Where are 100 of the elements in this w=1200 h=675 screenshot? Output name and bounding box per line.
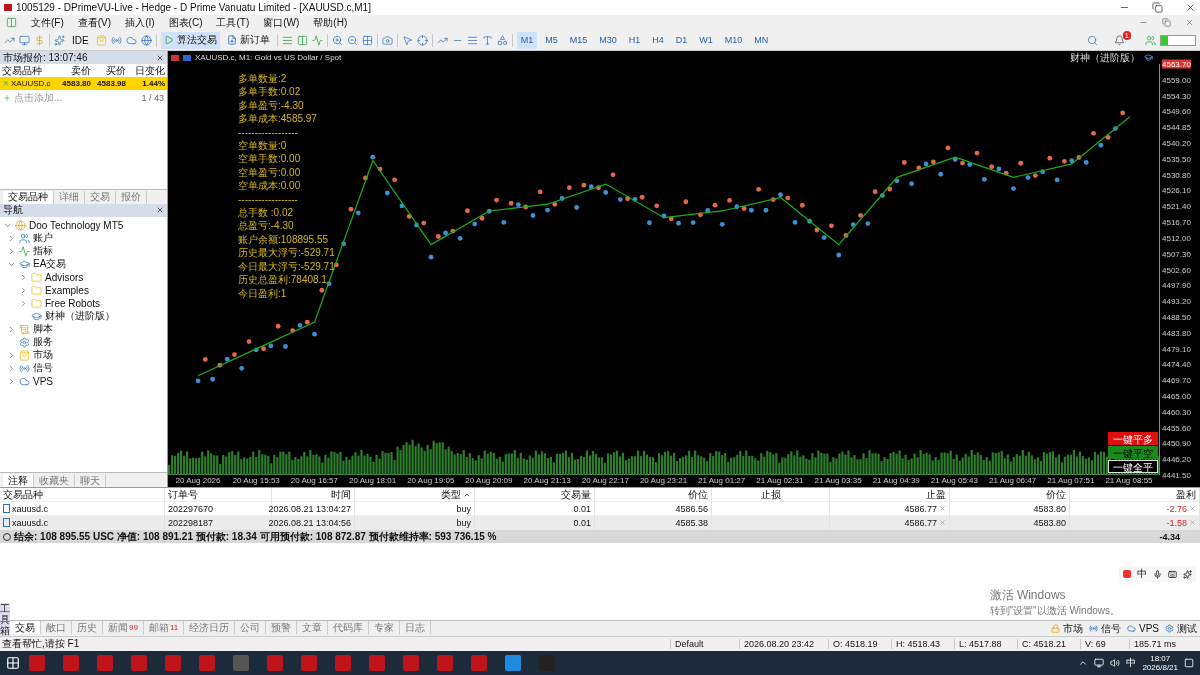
menu-item[interactable]: 窗口(W) xyxy=(263,15,300,30)
toolbox-tab[interactable]: 代码库 xyxy=(328,621,370,634)
algo-trading-button[interactable]: 算法交易 xyxy=(160,31,220,49)
toolbox-tab[interactable]: 预警 xyxy=(266,621,298,634)
tree-item[interactable]: 信号 xyxy=(33,361,53,375)
table-cell: 4583.80 xyxy=(950,516,1070,530)
timeframe-button[interactable]: M1 xyxy=(516,31,538,49)
column-header[interactable]: 盈利 xyxy=(1070,488,1200,502)
toolbox-tab[interactable]: 历史 xyxy=(72,621,103,634)
timeframe-button[interactable]: M5 xyxy=(541,31,562,49)
tree-item[interactable]: Advisors xyxy=(45,271,84,283)
price-label: 4493.20 xyxy=(1162,296,1191,306)
info-line: 历史最大浮亏:-529.71 xyxy=(238,246,335,260)
table-cell: 0.01 xyxy=(475,516,595,530)
panel-tab[interactable]: 聊天 xyxy=(75,474,106,487)
menu-item[interactable]: 文件(F) xyxy=(31,15,64,30)
toolbox-tab[interactable]: 邮箱11 xyxy=(143,621,185,634)
activation-title: 激活 Windows xyxy=(989,587,1067,604)
new-order-button[interactable]: 新订单 xyxy=(223,31,273,49)
timeframe-button[interactable]: M15 xyxy=(565,31,592,49)
menu-item[interactable]: 插入(I) xyxy=(125,15,155,30)
info-line: 账户余额:108895.55 xyxy=(238,232,330,247)
table-cell: -2.76 xyxy=(1070,502,1200,516)
toolbox-tab[interactable]: 经济日历 xyxy=(184,621,236,634)
account-summary: 结余: 108 895.55 USC 净值: 108 891.21 预付款: 18.34 可用预付款: 108 872.87 预付款维持率: 593 736.15 % xyxy=(14,529,497,544)
panel-header: 市场报价: 13:07:46 xyxy=(0,51,167,64)
column-header[interactable]: 价位 xyxy=(950,488,1070,502)
tree-item[interactable]: Examples xyxy=(45,284,89,296)
price-label: 4559.00 xyxy=(1162,75,1191,85)
column-header[interactable]: 订单号 xyxy=(165,488,272,502)
tree-item[interactable]: EA交易 xyxy=(33,257,67,271)
menu-item[interactable]: 图表(C) xyxy=(168,15,203,30)
panel-tab[interactable]: 报价 xyxy=(116,190,147,204)
column-header[interactable]: 价位 xyxy=(595,488,712,502)
timeframe-button[interactable]: D1 xyxy=(671,31,692,49)
menu-item[interactable]: 帮助(H) xyxy=(313,15,348,30)
info-line: 空单成本:0.00 xyxy=(238,179,302,193)
column-header[interactable]: 止损 xyxy=(712,488,830,502)
menu-item[interactable]: 工具(T) xyxy=(216,15,250,30)
panel-tab[interactable]: 收藏夹 xyxy=(34,474,75,487)
toolbox-tab[interactable]: 专家 xyxy=(369,621,401,634)
time-label: 21 Aug 06:47 xyxy=(989,476,1037,485)
ask-cell: 4583.98 xyxy=(93,77,128,90)
column-header[interactable]: 交易量 xyxy=(475,488,595,502)
time-label: 20 Aug 18:01 xyxy=(349,476,397,485)
chart-button[interactable]: 一键全平 xyxy=(1108,460,1158,473)
table-cell: -1.58 xyxy=(1070,516,1200,530)
ide-button[interactable]: IDE xyxy=(69,31,92,49)
price-label: 4502.60 xyxy=(1162,265,1191,274)
toolbox-tab[interactable]: 交易 xyxy=(10,621,41,634)
toolbox-tab[interactable]: 敞口 xyxy=(41,621,72,634)
status-close: C: 4518.21 xyxy=(1017,639,1080,649)
tree-item[interactable]: Free Robots xyxy=(45,297,101,309)
tree-item[interactable]: 财神（进阶版） xyxy=(45,309,115,323)
tree-item[interactable]: Doo Technology MT5 xyxy=(29,219,124,231)
timeframe-button[interactable]: H1 xyxy=(624,31,645,49)
timeframe-button[interactable]: W1 xyxy=(695,31,717,49)
panel-tab[interactable]: 详细 xyxy=(54,190,85,204)
time-label: 20 Aug 19:05 xyxy=(407,476,455,485)
panel-tab[interactable]: 交易品种 xyxy=(3,190,54,204)
toolbox-tab[interactable]: 公司 xyxy=(235,621,267,634)
expert-name: 财神（进阶版） xyxy=(1070,50,1140,65)
tree-item[interactable]: 账户 xyxy=(33,231,53,245)
tree-item[interactable]: VPS xyxy=(33,375,53,387)
toolbox-link[interactable]: 信号 xyxy=(1101,621,1121,636)
panel-tab[interactable]: 交易 xyxy=(85,190,116,204)
activation-hint: 转到"设置"以激活 Windows。 xyxy=(989,604,1120,618)
panel-tab[interactable]: 注释 xyxy=(3,474,34,487)
ime-mode[interactable]: 中 xyxy=(1137,567,1147,581)
tree-item[interactable]: 服务 xyxy=(33,335,53,349)
timeframe-button[interactable]: M30 xyxy=(595,31,621,49)
toolbox-link[interactable]: 测试 xyxy=(1177,621,1197,636)
column-header[interactable]: 类型 xyxy=(355,488,475,502)
timeframe-button[interactable]: MN xyxy=(750,31,773,49)
toolbox-tab[interactable]: 文章 xyxy=(297,621,329,634)
toolbox-tab[interactable]: 日志 xyxy=(400,621,432,634)
toolbox-label: 工具箱 xyxy=(0,603,10,636)
menu-item[interactable]: 查看(V) xyxy=(77,15,112,30)
timeframe-button[interactable]: H4 xyxy=(648,31,668,49)
price-label: 4563.70 xyxy=(1162,59,1191,69)
toolbox-link[interactable]: VPS xyxy=(1139,623,1159,634)
info-line: 历史总盈利:78408.1 xyxy=(238,273,328,287)
tree-item[interactable]: 指标 xyxy=(33,244,53,258)
chart-button[interactable]: 一键平空 xyxy=(1108,446,1158,459)
status-help: 查看帮忙,请按 F1 xyxy=(1,637,80,651)
tree-item[interactable]: 市场 xyxy=(33,348,53,362)
toolbox-tab[interactable]: 新闻 99 xyxy=(103,621,144,634)
column-header[interactable]: 交易品种 xyxy=(0,488,165,502)
status-ping: 185.71 ms xyxy=(1129,639,1200,649)
chart-button[interactable]: 一键平多 xyxy=(1108,432,1158,445)
price-label: 4549.60 xyxy=(1162,106,1191,116)
symbol-cell: xauusd.c xyxy=(0,502,165,516)
column-header[interactable]: 时间 xyxy=(272,488,355,502)
timeframe-button[interactable]: M10 xyxy=(720,31,747,49)
toolbox-link[interactable]: 市场 xyxy=(1063,621,1083,636)
tree-item[interactable]: 脚本 xyxy=(33,322,53,336)
column-header[interactable]: 止盈 xyxy=(830,488,950,502)
ime-indicator[interactable]: 中 xyxy=(1126,656,1137,670)
taskbar-clock[interactable]: 18:07 2026/8/21 xyxy=(1142,654,1178,672)
symbol-cell[interactable]: XAUUSD.c xyxy=(0,77,58,90)
